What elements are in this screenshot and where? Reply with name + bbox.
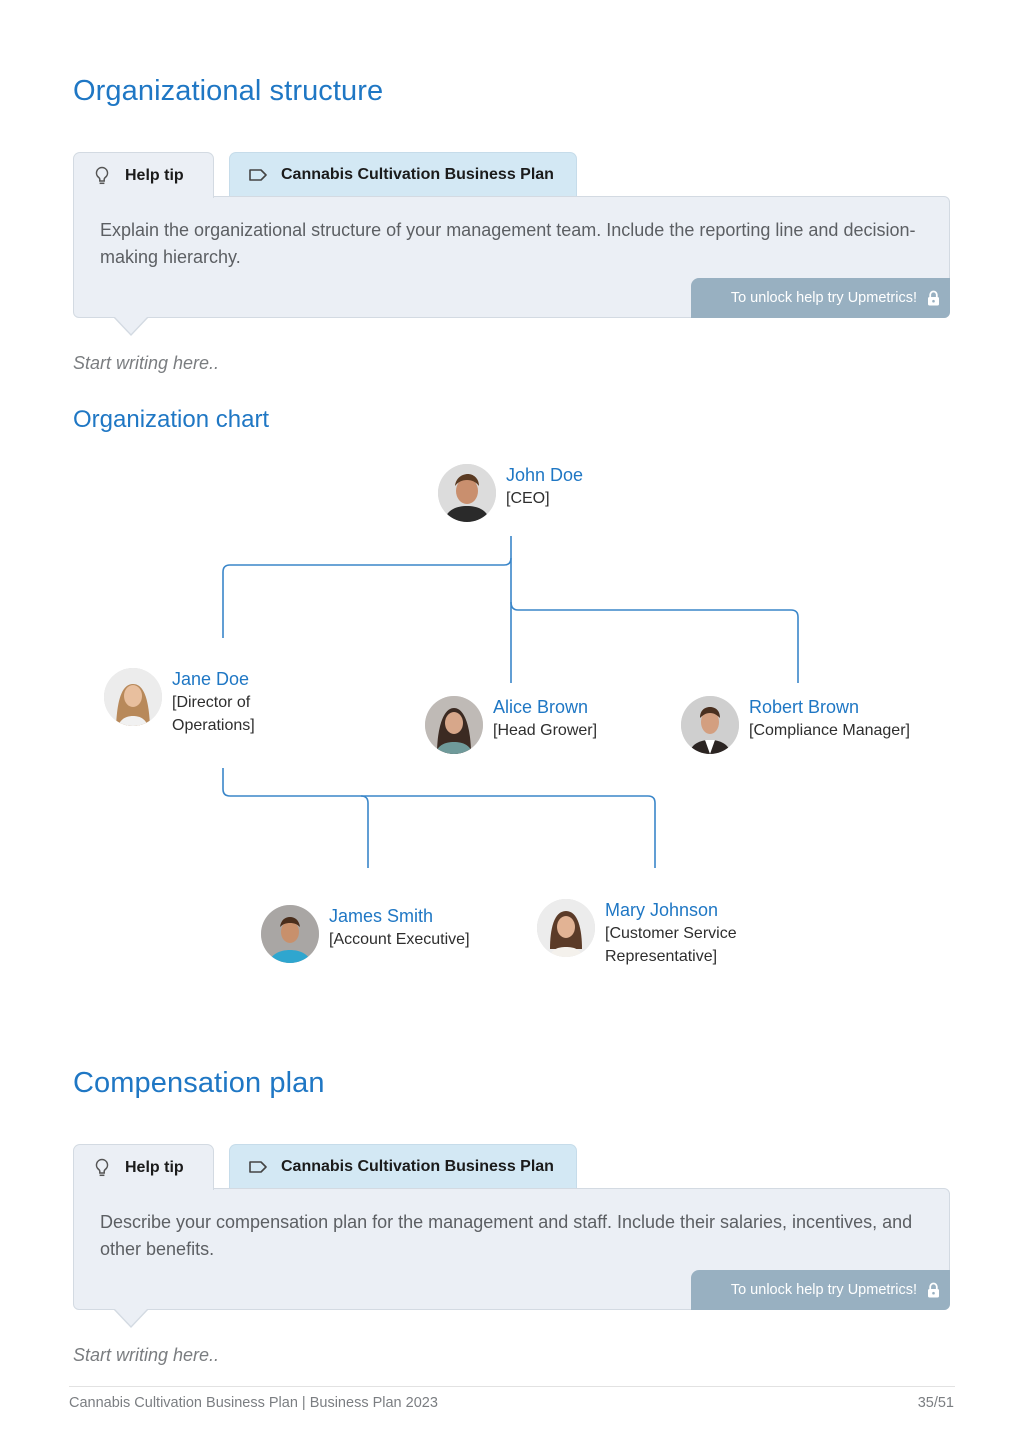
tab-business-plan-label: Cannabis Cultivation Business Plan — [281, 166, 554, 183]
person-name: Robert Brown — [749, 697, 860, 717]
person-name: Alice Brown — [493, 697, 589, 717]
connector-ceo-to-jane — [222, 557, 512, 638]
help-tabs: Help tip Cannabis Cultivation Business P… — [73, 152, 950, 198]
person-role: [Account Executive] — [329, 931, 470, 948]
connector-jane-to-mary — [361, 795, 656, 868]
help-panel: Explain the organizational structure of … — [73, 196, 950, 318]
help-text: Describe your compensation plan for the … — [100, 1212, 913, 1259]
writing-placeholder[interactable]: Start writing here.. — [73, 353, 219, 374]
tab-help-tip-label: Help tip — [125, 166, 184, 184]
person-role: [Compliance Manager] — [749, 722, 910, 739]
avatar — [261, 905, 319, 963]
footer-page-number: 35/51 — [917, 1395, 954, 1411]
connector-ceo-to-robert — [510, 601, 799, 683]
tab-help-tip[interactable]: Help tip — [73, 1144, 214, 1190]
unlock-label: To unlock help try Upmetrics! — [730, 290, 917, 306]
lock-icon — [927, 1282, 940, 1298]
person-name: Jane Doe — [172, 669, 250, 689]
person-role: [Director of Operations] — [172, 694, 255, 734]
unlock-upmetrics-button[interactable]: To unlock help try Upmetrics! — [691, 1270, 950, 1310]
person-role: [CEO] — [506, 490, 550, 507]
person-name: Mary Johnson — [605, 900, 719, 920]
tag-icon — [248, 1157, 268, 1177]
org-node-robert-brown: Robert Brown [Compliance Manager] — [681, 696, 910, 754]
avatar — [681, 696, 739, 754]
lightbulb-icon — [92, 166, 112, 186]
avatar — [537, 899, 595, 957]
lock-icon — [927, 290, 940, 306]
avatar — [104, 668, 162, 726]
unlock-upmetrics-button[interactable]: To unlock help try Upmetrics! — [691, 278, 950, 318]
writing-placeholder[interactable]: Start writing here.. — [73, 1345, 219, 1366]
help-panel: Describe your compensation plan for the … — [73, 1188, 950, 1310]
connector-jane-down — [222, 768, 369, 868]
org-node-mary-johnson: Mary Johnson [Customer Service Represent… — [537, 899, 755, 968]
person-name: John Doe — [506, 465, 584, 485]
help-text: Explain the organizational structure of … — [100, 220, 916, 267]
help-pointer — [113, 1308, 149, 1328]
tab-business-plan-label: Cannabis Cultivation Business Plan — [281, 1158, 554, 1175]
avatar — [438, 464, 496, 522]
org-node-james-smith: James Smith [Account Executive] — [261, 905, 470, 963]
tab-help-tip-label: Help tip — [125, 1158, 184, 1176]
section-title-compensation-plan: Compensation plan — [73, 1067, 325, 1099]
tab-help-tip[interactable]: Help tip — [73, 152, 214, 198]
org-node-john-doe: John Doe [CEO] — [438, 464, 583, 522]
section-title-organization-chart: Organization chart — [73, 406, 270, 433]
person-role: [Head Grower] — [493, 722, 598, 739]
unlock-label: To unlock help try Upmetrics! — [730, 1282, 917, 1298]
section-title-organizational-structure: Organizational structure — [73, 75, 384, 107]
person-name: James Smith — [329, 906, 434, 926]
help-pointer — [113, 316, 149, 336]
tag-icon — [248, 165, 268, 185]
tab-business-plan[interactable]: Cannabis Cultivation Business Plan — [229, 152, 577, 197]
footer-divider — [69, 1386, 955, 1387]
help-tabs: Help tip Cannabis Cultivation Business P… — [73, 1144, 950, 1190]
org-node-alice-brown: Alice Brown [Head Grower] — [425, 696, 597, 754]
person-role: [Customer Service Representative] — [605, 925, 737, 965]
avatar — [425, 696, 483, 754]
footer-document-title: Cannabis Cultivation Business Plan | Bus… — [69, 1395, 438, 1411]
org-node-jane-doe: Jane Doe [Director of Operations] — [104, 668, 282, 737]
lightbulb-icon — [92, 1158, 112, 1178]
tab-business-plan[interactable]: Cannabis Cultivation Business Plan — [229, 1144, 577, 1189]
